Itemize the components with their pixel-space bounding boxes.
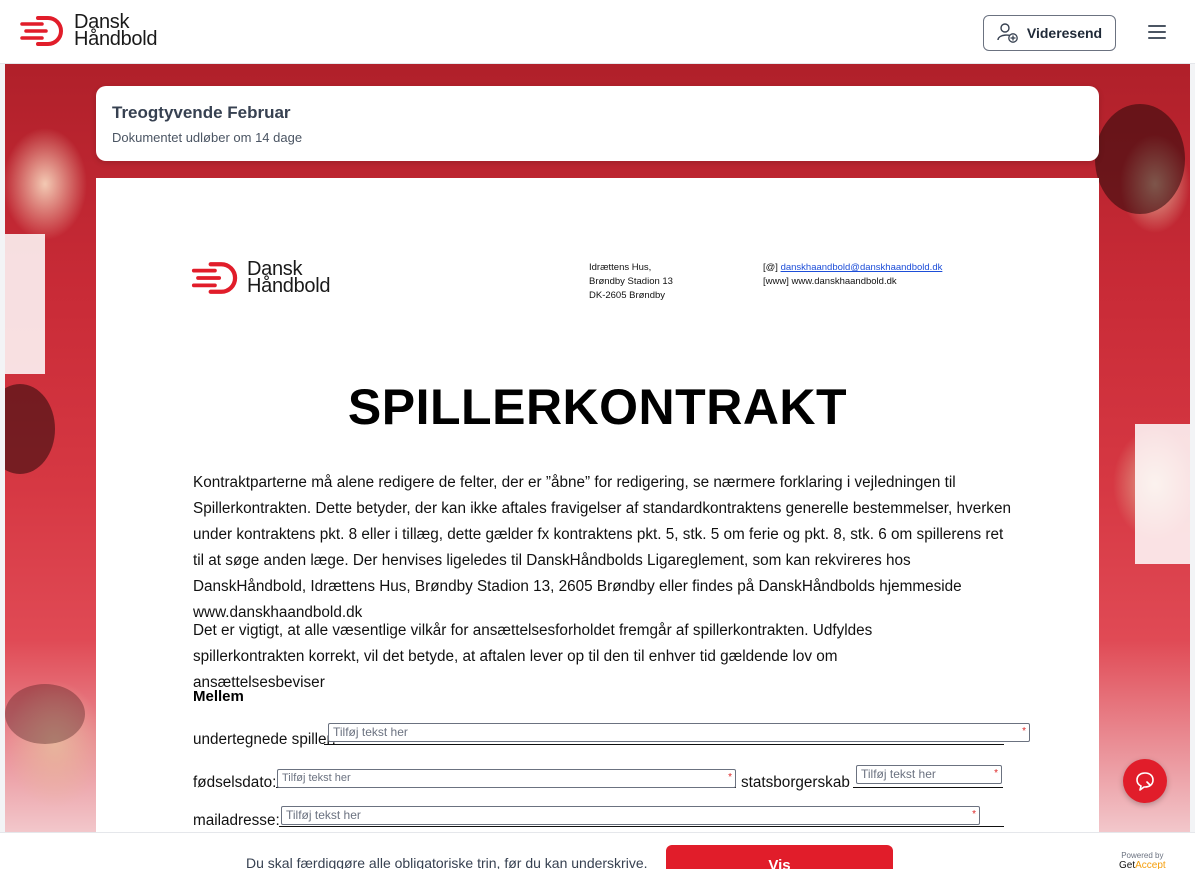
- page-logo-line-2: Håndbold: [247, 275, 331, 297]
- hamburger-menu-icon[interactable]: [1146, 22, 1168, 42]
- email-label: mailadresse:: [193, 812, 280, 829]
- brand-line-2: Håndbold: [74, 28, 158, 50]
- citizenship-input-placeholder: Tilføj tekst her: [861, 767, 936, 781]
- getaccept-get: Get: [1119, 860, 1136, 869]
- required-marker: *: [728, 772, 732, 783]
- contract-heading: SPILLERKONTRAKT: [347, 379, 848, 435]
- right-scrollbar[interactable]: [1190, 64, 1195, 832]
- view-button[interactable]: Vis: [666, 845, 893, 869]
- top-bar: Dansk Håndbold Videresend: [0, 0, 1195, 64]
- forward-button[interactable]: Videresend: [983, 15, 1116, 51]
- dob-input-placeholder: Tilføj tekst her: [282, 772, 351, 784]
- document-header-card: Treogtyvende Februar Dokumentet udløber …: [96, 86, 1099, 161]
- document-page: Dansk Håndbold Idrættens Hus, Brøndby St…: [96, 178, 1099, 838]
- dob-input[interactable]: Tilføj tekst her *: [277, 769, 736, 788]
- player-underline: [324, 744, 1004, 745]
- citizenship-underline: [853, 787, 1003, 788]
- forward-button-label: Videresend: [1026, 25, 1103, 41]
- powered-by-label: Powered by: [1121, 851, 1164, 860]
- add-person-icon: [997, 23, 1018, 43]
- page-logo: Dansk Håndbold: [191, 259, 331, 297]
- email-link[interactable]: danskhaandbold@danskhaandbold.dk: [781, 262, 943, 273]
- brand-wordmark: Dansk Håndbold: [74, 12, 158, 50]
- citizenship-input[interactable]: Tilføj tekst her *: [856, 765, 1002, 784]
- address-line-1: Idrættens Hus,: [589, 262, 652, 273]
- address-line-3: DK-2605 Brøndby: [589, 290, 666, 301]
- citizenship-label: statsborgerskab: [741, 774, 850, 791]
- chat-button[interactable]: [1123, 759, 1167, 803]
- chat-bubble-icon: [1136, 772, 1154, 791]
- bottom-action-bar: Du skal færdiggøre alle obligatoriske tr…: [0, 832, 1195, 869]
- getaccept-wordmark: GetAccept: [1119, 860, 1166, 869]
- page-logo-wordmark: Dansk Håndbold: [247, 259, 331, 297]
- section-heading-mellem: Mellem: [193, 688, 244, 705]
- player-input[interactable]: Tilføj tekst her *: [328, 723, 1030, 742]
- player-label: undertegnede spiller:: [193, 731, 336, 748]
- email-input[interactable]: Tilføj tekst her *: [281, 806, 980, 825]
- dansk-handbold-logo-icon: [20, 16, 63, 46]
- web-address: www.danskhaandbold.dk: [791, 276, 897, 287]
- email-line: [@] danskhaandbold@danskhaandbold.dk: [763, 261, 942, 275]
- address-block: Idrættens Hus, Brøndby Stadion 13 DK-260…: [589, 261, 673, 303]
- getaccept-accept: Accept: [1135, 860, 1166, 869]
- intro-paragraph: Kontraktparterne må alene redigere de fe…: [193, 474, 1011, 621]
- email-underline: [279, 826, 1004, 827]
- contact-block: [@] danskhaandbold@danskhaandbold.dk [ww…: [763, 261, 942, 289]
- brand-logo[interactable]: Dansk Håndbold: [20, 12, 158, 50]
- left-gutter: [0, 64, 5, 832]
- web-prefix: [www]: [763, 276, 789, 287]
- required-marker: *: [1022, 726, 1026, 737]
- address-line-2: Brøndby Stadion 13: [589, 276, 673, 287]
- document-expiry: Dokumentet udløber om 14 dage: [112, 130, 303, 145]
- email-prefix: [@]: [763, 262, 778, 273]
- player-input-placeholder: Tilføj tekst her: [333, 725, 408, 739]
- dansk-handbold-logo-icon: [191, 262, 238, 294]
- web-line: [www] www.danskhaandbold.dk: [763, 275, 942, 289]
- powered-by-getaccept[interactable]: Powered by GetAccept: [1119, 851, 1166, 869]
- required-marker: *: [972, 809, 976, 820]
- document-title: Treogtyvende Februar: [112, 103, 291, 122]
- important-paragraph: Det er vigtigt, at alle væsentlige vilkå…: [193, 622, 873, 691]
- required-steps-message: Du skal færdiggøre alle obligatoriske tr…: [246, 855, 648, 869]
- email-input-placeholder: Tilføj tekst her: [286, 808, 361, 822]
- dob-label: fødselsdato:: [193, 774, 277, 791]
- required-marker: *: [994, 768, 998, 779]
